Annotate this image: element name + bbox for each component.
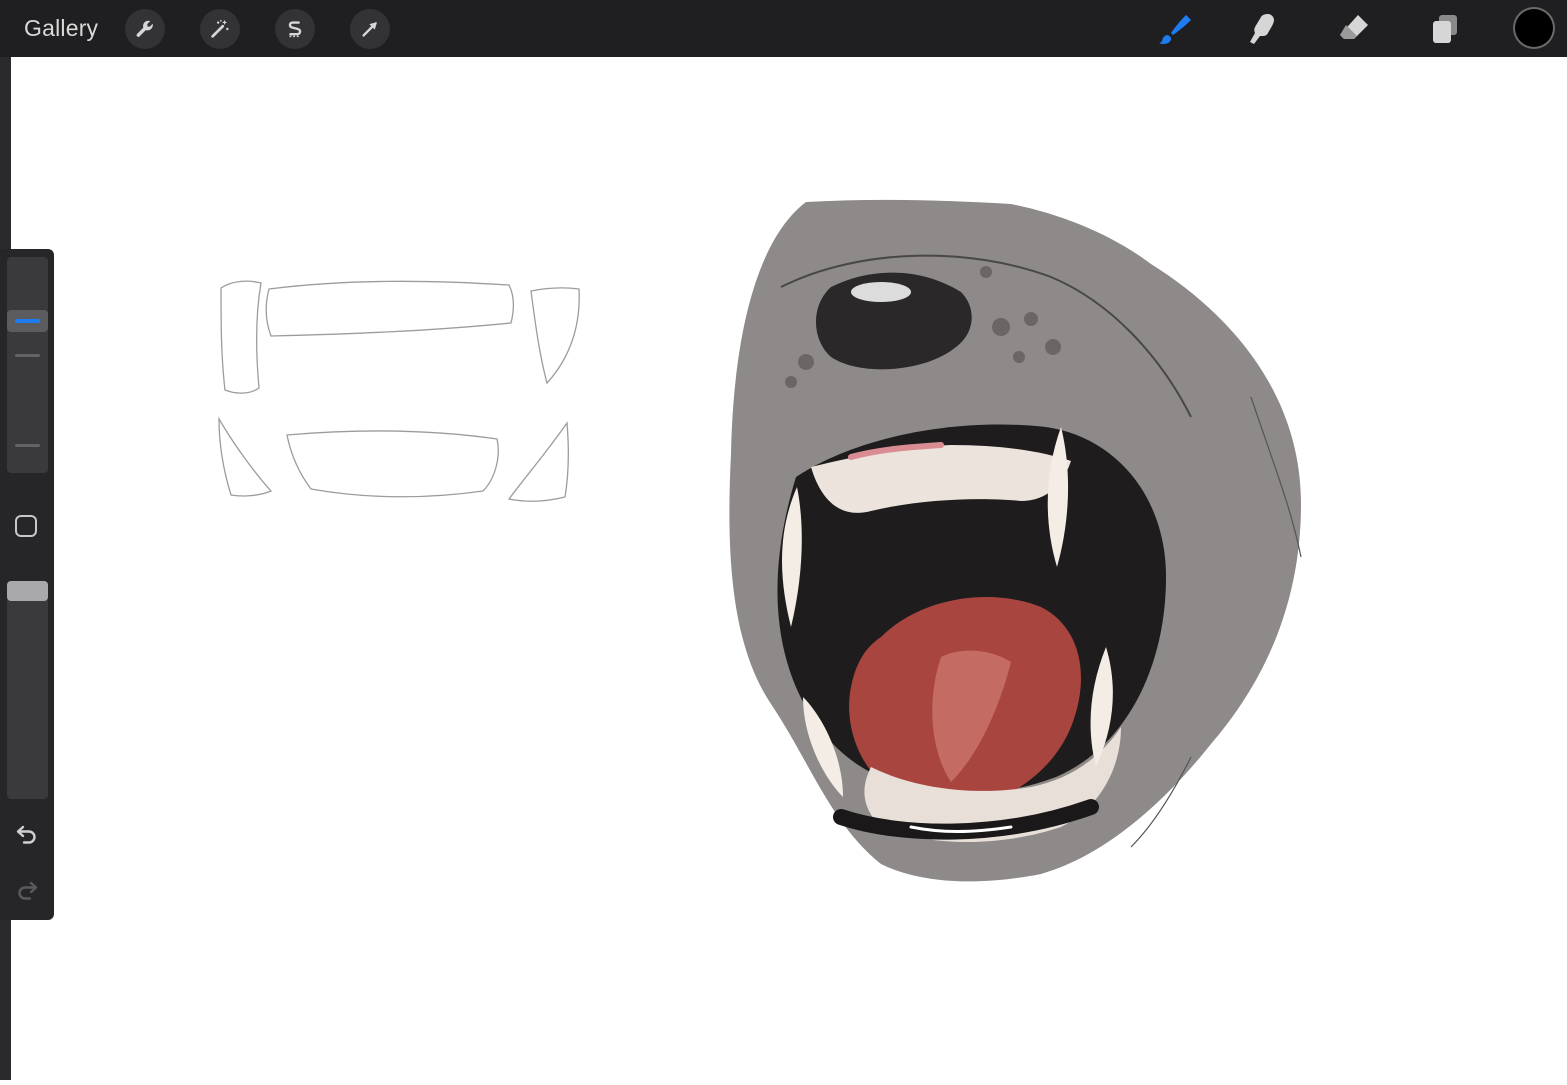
magic-wand-icon [211, 19, 229, 38]
painted-muzzle [729, 199, 1302, 882]
selection-button[interactable] [275, 9, 315, 49]
layers-button[interactable] [1424, 8, 1466, 50]
gallery-button[interactable]: Gallery [24, 14, 98, 42]
arrow-cursor-icon [362, 22, 377, 37]
actions-button[interactable] [125, 9, 165, 49]
selection-s-icon [288, 21, 302, 38]
top-toolbar: Gallery [0, 0, 1567, 57]
eraser-tool-button[interactable] [1333, 8, 1375, 50]
color-picker-button[interactable] [1515, 9, 1553, 47]
sketch-lines [218, 280, 580, 502]
transform-button[interactable] [350, 9, 390, 49]
drawing-canvas[interactable] [11, 57, 1567, 1080]
adjustments-button[interactable] [200, 9, 240, 49]
smudge-tool-button[interactable] [1243, 8, 1285, 50]
layers-icon [1433, 15, 1457, 43]
eraser-icon [1340, 15, 1368, 39]
brush-icon [1159, 15, 1191, 45]
smudge-finger-icon [1250, 14, 1274, 44]
brush-tool-button[interactable] [1153, 8, 1195, 50]
wrench-icon [136, 20, 153, 37]
artwork [218, 199, 1302, 882]
